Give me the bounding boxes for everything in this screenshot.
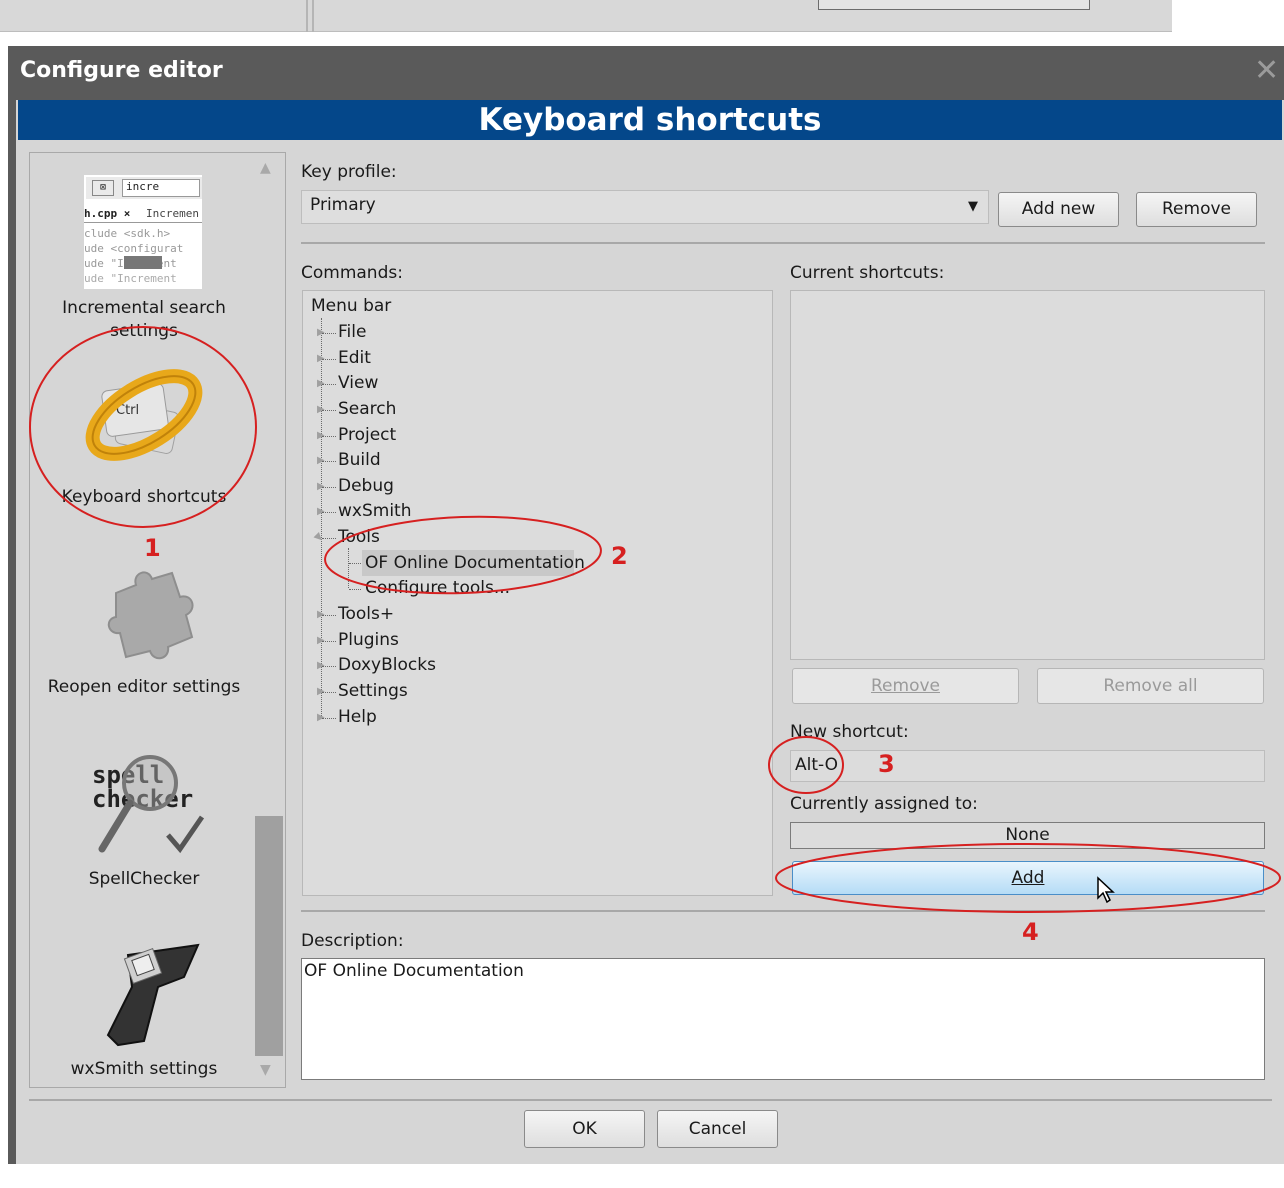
dialog-title: Configure editor — [20, 58, 223, 83]
add-button-label: Add — [1011, 868, 1045, 888]
tree-item-configure-tools[interactable]: Configure tools... — [365, 578, 510, 598]
current-shortcuts-label: Current shortcuts: — [790, 263, 945, 283]
ok-button[interactable]: OK — [524, 1110, 645, 1148]
currently-assigned-value: None — [790, 822, 1265, 849]
tree-line — [322, 512, 336, 513]
sidebar-item-label: Keyboard shortcuts — [61, 487, 227, 507]
sidebar-item-label: wxSmith settings — [70, 1059, 218, 1079]
tree-item-project[interactable]: Project — [338, 425, 396, 445]
scroll-down-icon[interactable]: ▼ — [260, 1062, 271, 1078]
settings-list: ⊠ incre h.cpp × Incremen clude <sdk.h> u… — [29, 152, 286, 1088]
cancel-button[interactable]: Cancel — [657, 1110, 778, 1148]
background-window — [0, 0, 1172, 32]
tree-item-of-online-documentation[interactable]: OF Online Documentation — [365, 553, 585, 573]
tree-line — [322, 384, 336, 385]
new-shortcut-label: New shortcut: — [790, 722, 909, 742]
close-icon[interactable]: ✕ — [1254, 54, 1279, 88]
tree-line — [322, 615, 336, 616]
tree-line — [322, 359, 336, 360]
sidebar-item-label: Reopen editor settings — [47, 677, 241, 697]
mouse-cursor-icon — [1097, 876, 1115, 904]
key-profile-select[interactable]: Primary — [301, 190, 989, 224]
tree-line — [349, 589, 361, 590]
tree-item-wxsmith[interactable]: wxSmith — [338, 501, 411, 521]
tree-line — [322, 487, 336, 488]
sidebar-item-incremental-search[interactable]: ⊠ incre h.cpp × Incremen clude <sdk.h> u… — [30, 153, 258, 343]
currently-assigned-label: Currently assigned to: — [790, 794, 978, 814]
keyboard-shortcuts-icon: Ctrl — [85, 369, 203, 461]
sidebar-scroll-thumb[interactable] — [255, 816, 283, 1056]
tree-item-debug[interactable]: Debug — [338, 476, 394, 496]
tree-item-build[interactable]: Build — [338, 450, 381, 470]
annotation-number-4: 4 — [1022, 918, 1039, 946]
tree-line — [322, 692, 336, 693]
sidebar-item-label: SpellChecker — [88, 869, 200, 889]
key-profile-label: Key profile: — [301, 162, 397, 182]
sidebar-item-label: Incremental search settings — [62, 298, 226, 341]
commands-label: Commands: — [301, 263, 403, 283]
tree-line — [322, 436, 336, 437]
puzzle-piece-icon — [107, 571, 194, 660]
tree-line — [322, 641, 336, 642]
tree-item-help[interactable]: Help — [338, 707, 377, 727]
annotation-number-2: 2 — [611, 542, 628, 570]
chevron-down-icon[interactable]: ▼ — [958, 192, 988, 222]
remove-profile-button[interactable]: Remove — [1136, 192, 1257, 227]
tree-line — [322, 538, 336, 539]
tree-line — [322, 333, 336, 334]
tree-line — [348, 548, 349, 588]
tree-item-file[interactable]: File — [338, 322, 366, 342]
tree-item-tools-plus[interactable]: Tools+ — [338, 604, 394, 624]
spellchecker-icon: spell checker — [92, 755, 205, 854]
tree-item-tools[interactable]: Tools — [338, 527, 380, 547]
add-new-profile-button[interactable]: Add new — [998, 192, 1119, 227]
annotation-number-3: 3 — [878, 750, 895, 778]
splitter — [306, 0, 308, 32]
tree-item-edit[interactable]: Edit — [338, 348, 371, 368]
add-shortcut-button[interactable]: Add — [792, 861, 1264, 895]
sidebar-item-reopen-editor[interactable]: Reopen editor settings — [30, 553, 258, 703]
description-text[interactable]: OF Online Documentation — [301, 958, 1265, 1080]
divider — [29, 1099, 1272, 1101]
scroll-up-icon[interactable]: ▲ — [260, 160, 271, 176]
tree-line — [322, 461, 336, 462]
wxsmith-icon — [106, 943, 200, 1047]
new-shortcut-input[interactable]: Alt-O — [790, 750, 1265, 782]
remove-all-shortcuts-button[interactable]: Remove all — [1037, 668, 1264, 704]
sidebar-item-wxsmith[interactable]: wxSmith settings — [30, 933, 258, 1083]
tree-line — [322, 718, 336, 719]
tree-item-plugins[interactable]: Plugins — [338, 630, 399, 650]
tree-line — [349, 563, 361, 564]
tree-item-doxyblocks[interactable]: DoxyBlocks — [338, 655, 436, 675]
divider — [301, 242, 1265, 244]
description-label: Description: — [301, 931, 404, 951]
tree-item-view[interactable]: View — [338, 373, 378, 393]
tree-root[interactable]: Menu bar — [311, 296, 391, 316]
tree-line — [322, 666, 336, 667]
tree-item-search[interactable]: Search — [338, 399, 396, 419]
splitter — [312, 0, 314, 32]
incremental-search-icon: ⊠ incre h.cpp × Incremen clude <sdk.h> u… — [84, 175, 202, 289]
annotation-number-1: 1 — [144, 534, 161, 562]
sidebar-item-spellchecker[interactable]: spell checker SpellChecker — [30, 745, 258, 895]
divider — [301, 910, 1265, 912]
section-header: Keyboard shortcuts — [18, 100, 1282, 140]
current-shortcuts-list[interactable] — [790, 290, 1265, 660]
tree-item-settings[interactable]: Settings — [338, 681, 408, 701]
sidebar-item-keyboard-shortcuts[interactable]: Ctrl Keyboard shortcuts — [30, 353, 258, 513]
remove-shortcut-button[interactable]: Remove — [792, 668, 1019, 704]
tree-line — [322, 410, 336, 411]
background-field — [818, 0, 1090, 10]
